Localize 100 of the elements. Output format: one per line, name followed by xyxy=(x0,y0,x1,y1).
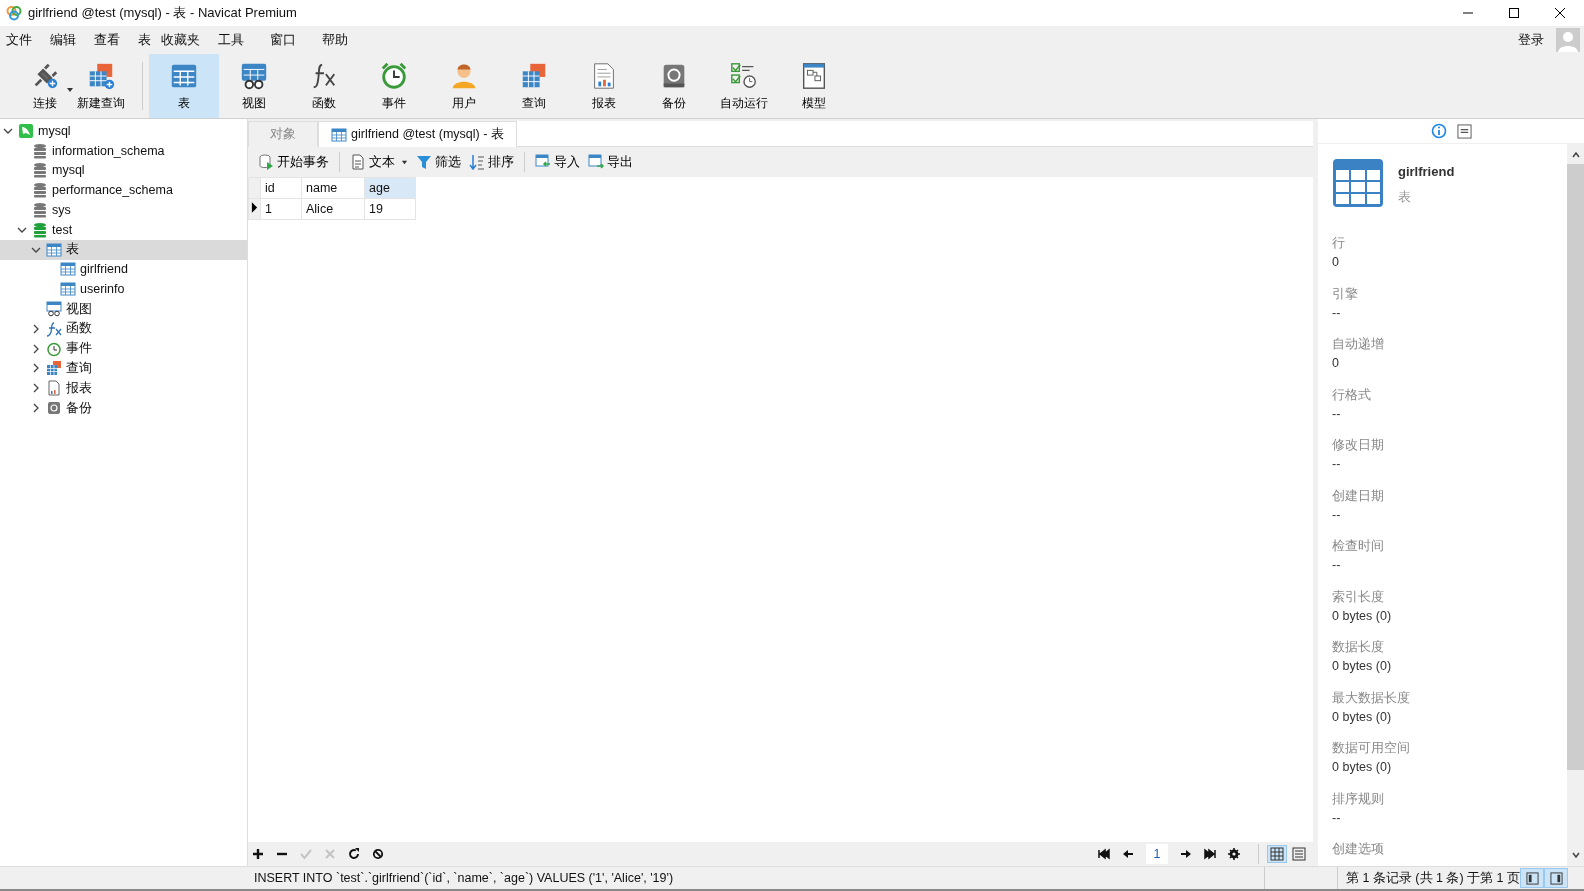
info-icon[interactable] xyxy=(1430,123,1447,139)
settings-icon[interactable] xyxy=(1228,848,1240,860)
property-label: 数据长度 xyxy=(1332,638,1385,656)
tree-item[interactable]: 事件 xyxy=(0,338,247,359)
toolbar-button[interactable]: 事件 xyxy=(359,54,429,118)
table-cell[interactable]: 1 xyxy=(260,198,302,220)
column-header[interactable]: age xyxy=(364,177,416,199)
toolbar-button[interactable]: 模型 xyxy=(779,54,849,118)
login-link[interactable]: 登录 xyxy=(1512,31,1556,49)
tree-item[interactable]: mysql xyxy=(0,160,247,181)
menu-item[interactable]: 工具 xyxy=(212,31,264,49)
tree-item[interactable]: test xyxy=(0,220,247,240)
form-icon xyxy=(1292,847,1306,861)
right-panel-icon xyxy=(1549,871,1563,885)
chevron-icon[interactable] xyxy=(31,323,41,334)
next-page-icon[interactable] xyxy=(1180,848,1192,860)
toolbar-button[interactable]: 表 xyxy=(149,54,219,118)
toolbar-button[interactable]: 新建查询 xyxy=(66,54,136,118)
right-panel-toggle[interactable] xyxy=(1544,868,1568,888)
function-icon xyxy=(46,320,62,337)
toolbar-button[interactable]: 导出 xyxy=(584,151,637,173)
page-number-field[interactable]: 1 xyxy=(1146,844,1168,864)
property-value: -- xyxy=(1332,457,1342,471)
toolbar-button[interactable]: 排序 xyxy=(465,151,518,173)
scroll-down-icon[interactable] xyxy=(1570,850,1581,860)
property-label: 创建选项 xyxy=(1332,840,1385,858)
property-label: 引擎 xyxy=(1332,284,1359,303)
column-header[interactable]: id xyxy=(260,177,302,199)
tree-item[interactable]: girlfriend xyxy=(0,259,247,280)
toolbar-button[interactable]: 文本 xyxy=(346,151,412,173)
menu-item[interactable]: 帮助 xyxy=(316,31,360,49)
tree-item[interactable]: userinfo xyxy=(0,279,247,300)
first-page-icon[interactable] xyxy=(1098,848,1110,860)
chevron-icon[interactable] xyxy=(31,383,41,394)
toolbar-button[interactable]: 函数 xyxy=(289,54,359,118)
ddl-icon[interactable] xyxy=(1456,123,1472,139)
toolbar-button[interactable]: 导入 xyxy=(531,151,584,173)
tree-item[interactable]: 表 xyxy=(0,239,247,260)
import-icon xyxy=(535,154,551,170)
scroll-up-icon[interactable] xyxy=(1570,150,1581,160)
stop-icon[interactable] xyxy=(372,848,384,860)
menu-item[interactable]: 窗口 xyxy=(264,31,316,49)
report-icon xyxy=(46,380,62,397)
tree-item[interactable]: 视图 xyxy=(0,299,247,319)
property-value: 0 bytes (0) xyxy=(1332,760,1393,774)
query-icon xyxy=(46,360,62,377)
view-icon xyxy=(46,301,62,318)
backup-icon xyxy=(46,400,62,417)
menu-item[interactable]: 文件 xyxy=(0,31,44,49)
property-label: 检查时间 xyxy=(1332,537,1385,555)
table-icon xyxy=(331,126,347,143)
event-icon xyxy=(46,340,62,357)
toolbar-button[interactable]: 开始事务 xyxy=(254,151,333,173)
toolbar-button[interactable]: 自动运行 xyxy=(709,54,779,118)
refresh-icon[interactable] xyxy=(348,848,360,860)
scrollbar[interactable] xyxy=(1567,144,1584,866)
menu-item[interactable]: 收藏夹 xyxy=(155,31,212,49)
tree-item[interactable]: 备份 xyxy=(0,398,247,418)
tree-item[interactable]: information_schema xyxy=(0,140,247,161)
toolbar-button[interactable]: 视图 xyxy=(219,54,289,118)
last-page-icon[interactable] xyxy=(1204,848,1216,860)
property-value: -- xyxy=(1332,558,1342,572)
close-icon[interactable] xyxy=(1554,7,1566,19)
menu-item[interactable]: 表 xyxy=(132,31,155,49)
property-value: 0 bytes (0) xyxy=(1332,709,1393,724)
left-panel-toggle[interactable] xyxy=(1520,868,1544,888)
tab[interactable]: girlfriend @test (mysql) - 表 xyxy=(318,121,517,147)
maximize-icon[interactable] xyxy=(1508,7,1520,19)
property-value: -- xyxy=(1332,406,1342,421)
property-value: 0 xyxy=(1332,356,1340,370)
tree-item[interactable]: 查询 xyxy=(0,358,247,379)
add-icon[interactable] xyxy=(252,848,264,860)
menu-item[interactable]: 查看 xyxy=(88,31,132,49)
form-view-button[interactable] xyxy=(1289,845,1309,863)
chevron-icon[interactable] xyxy=(31,343,41,354)
column-header[interactable]: name xyxy=(301,177,365,199)
previous-page-icon[interactable] xyxy=(1122,848,1134,860)
record-info: 第 1 条记录 (共 1 条) 于第 1 页 xyxy=(1345,869,1520,887)
tree-item[interactable]: sys xyxy=(0,200,247,220)
chevron-icon[interactable] xyxy=(31,403,41,414)
toolbar-button[interactable]: 查询 xyxy=(499,54,569,118)
toolbar-button[interactable]: 报表 xyxy=(569,54,639,118)
property-value: 0 bytes (0) xyxy=(1332,608,1393,623)
grid-view-button[interactable] xyxy=(1267,845,1287,863)
dropdown-caret-icon[interactable] xyxy=(66,86,74,94)
toolbar-button[interactable]: 筛选 xyxy=(412,151,465,173)
toolbar-button[interactable]: 用户 xyxy=(429,54,499,118)
chevron-icon[interactable] xyxy=(31,363,41,374)
table-cell[interactable]: 19 xyxy=(364,198,416,220)
tree-item[interactable]: 函数 xyxy=(0,318,247,339)
table-cell[interactable]: Alice xyxy=(301,198,365,220)
property-value: 0 xyxy=(1332,255,1340,269)
property-label: 修改日期 xyxy=(1332,436,1385,454)
object-type: 表 xyxy=(1398,189,1412,206)
tree-item[interactable]: mysql xyxy=(0,121,247,141)
toolbar-button[interactable]: 备份 xyxy=(639,54,709,118)
tree-item[interactable]: performance_schema xyxy=(0,180,247,201)
tree-item[interactable]: 报表 xyxy=(0,378,247,399)
filter-icon xyxy=(416,154,432,170)
menu-item[interactable]: 编辑 xyxy=(44,31,88,49)
